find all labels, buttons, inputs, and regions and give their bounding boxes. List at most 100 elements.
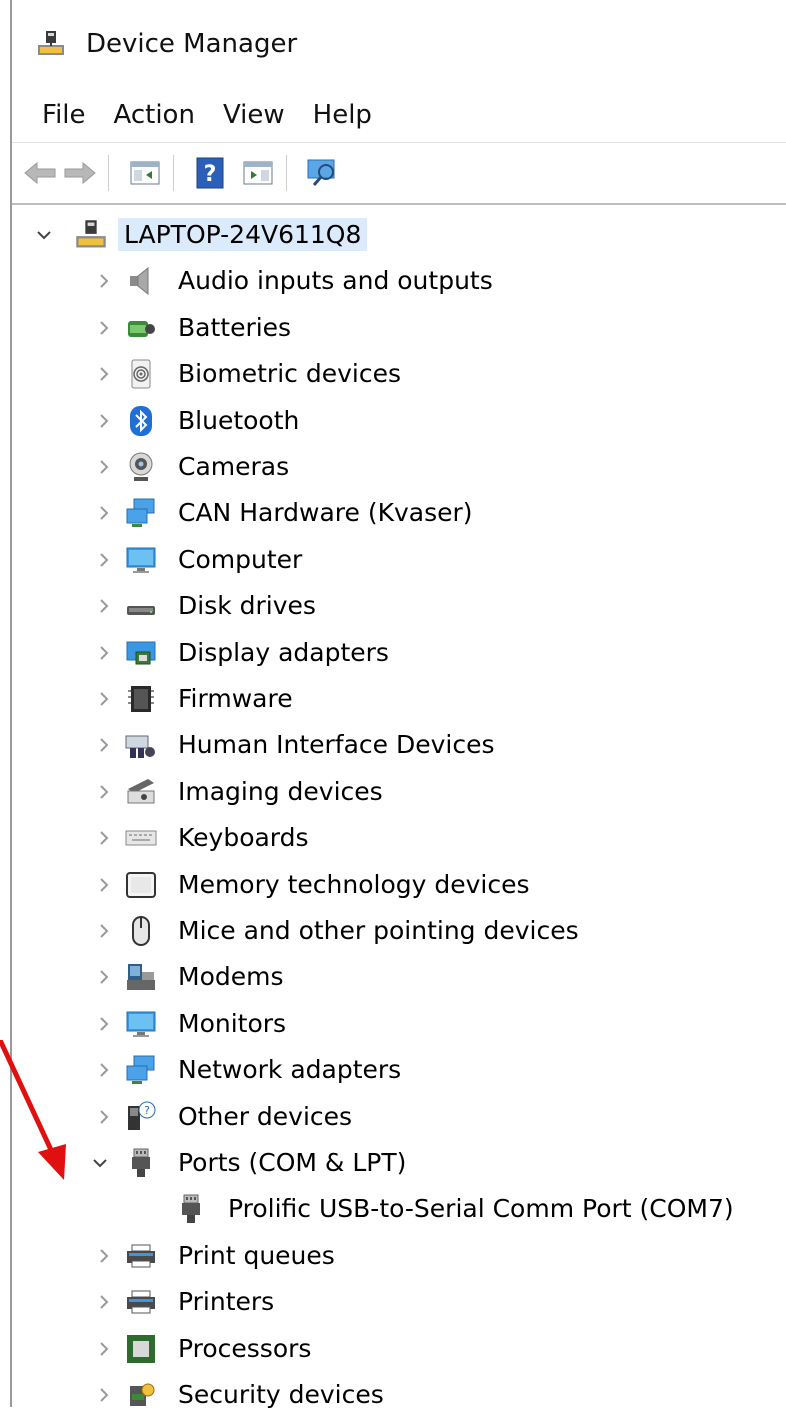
title-bar: Device Manager [12, 0, 786, 88]
menu-help[interactable]: Help [313, 100, 372, 130]
camera-icon [124, 450, 158, 484]
help-icon: ? [196, 157, 224, 189]
menu-action[interactable]: Action [114, 100, 195, 130]
back-arrow-icon [24, 161, 56, 185]
svg-text:?: ? [204, 162, 217, 187]
show-hide-console-tree-button[interactable] [125, 153, 165, 193]
processor-icon [124, 1332, 158, 1366]
tree-item-keyboards[interactable]: Keyboards [12, 815, 786, 861]
expand-chevron-icon[interactable] [94, 503, 114, 523]
tree-item-label: Modems [178, 962, 284, 992]
expand-chevron-icon[interactable] [94, 1014, 114, 1034]
tree-item-monitors[interactable]: Monitors [12, 1001, 786, 1047]
window-title: Device Manager [86, 29, 298, 59]
tree-item-bluetooth[interactable]: Bluetooth [12, 398, 786, 444]
expand-chevron-icon[interactable] [94, 457, 114, 477]
menu-view[interactable]: View [223, 100, 285, 130]
expand-chevron-icon[interactable] [94, 1385, 114, 1405]
tree-item-label: Memory technology devices [178, 869, 530, 899]
tree-item-human-interface-devices[interactable]: Human Interface Devices [12, 722, 786, 768]
show-action-pane-button[interactable] [238, 153, 278, 193]
tree-item-label: Monitors [178, 1008, 287, 1038]
expand-chevron-icon[interactable] [94, 318, 114, 338]
tree-item-cameras[interactable]: Cameras [12, 444, 786, 490]
expand-chevron-icon[interactable] [94, 1107, 114, 1127]
expand-chevron-icon[interactable] [94, 550, 114, 570]
network-icon [124, 1053, 158, 1087]
tree-item-mice-and-other-pointing-devices[interactable]: Mice and other pointing devices [12, 908, 786, 954]
forward-button[interactable] [60, 153, 100, 193]
expand-chevron-icon[interactable] [94, 735, 114, 755]
device-manager-icon [38, 31, 64, 55]
expand-chevron-icon[interactable] [94, 271, 114, 291]
tree-item-batteries[interactable]: Batteries [12, 305, 786, 351]
keyboard-icon [124, 821, 158, 855]
tree-item-label: Printers [178, 1287, 275, 1317]
expand-chevron-icon[interactable] [94, 782, 114, 802]
memory-icon [124, 868, 158, 902]
tree-item-printers[interactable]: Printers [12, 1279, 786, 1325]
tree-item-label: Network adapters [178, 1055, 402, 1085]
tree-item-security-devices[interactable]: Security devices [12, 1372, 786, 1418]
scan-hardware-icon [307, 159, 335, 186]
tree-item-memory-technology-devices[interactable]: Memory technology devices [12, 862, 786, 908]
computer-icon [74, 218, 108, 252]
expand-chevron-icon[interactable] [94, 364, 114, 384]
expand-chevron-icon[interactable] [94, 1339, 114, 1359]
tree-item-other-devices[interactable]: ? Other devices [12, 1094, 786, 1140]
expand-chevron-icon[interactable] [94, 1292, 114, 1312]
tree-item-label: Ports (COM & LPT) [178, 1148, 407, 1177]
expand-chevron-icon[interactable] [94, 875, 114, 895]
expand-chevron-icon[interactable] [94, 1060, 114, 1080]
expand-chevron-icon[interactable] [94, 921, 114, 941]
port-icon [124, 1146, 158, 1180]
hid-icon [124, 728, 158, 762]
expand-chevron-icon[interactable] [94, 643, 114, 663]
collapse-chevron-icon[interactable] [34, 225, 54, 245]
toolbar-separator [108, 155, 109, 191]
display-adapter-icon [124, 636, 158, 670]
tree-item-label: Human Interface Devices [178, 730, 495, 760]
unknown-device-icon: ? [124, 1100, 158, 1134]
tree-root-computer[interactable]: LAPTOP-24V611Q8 [12, 212, 786, 258]
help-button[interactable]: ? [190, 153, 230, 193]
toolbar-separator [173, 155, 174, 191]
tree-item-label: Cameras [178, 452, 290, 481]
annotation-arrow [0, 1040, 66, 1180]
toolbar: ? [12, 143, 786, 205]
menu-bar: File Action View Help [12, 88, 786, 143]
tree-item-print-queues[interactable]: Print queues [12, 1233, 786, 1279]
scan-hardware-changes-button[interactable] [303, 153, 343, 193]
tree-item-ports-com-lpt[interactable]: Ports (COM & LPT) [12, 1140, 786, 1186]
expand-chevron-icon[interactable] [94, 967, 114, 987]
collapse-chevron-icon[interactable] [90, 1153, 110, 1173]
expand-chevron-icon[interactable] [94, 596, 114, 616]
fingerprint-icon [124, 357, 158, 391]
tree-item-label: Security devices [178, 1380, 384, 1409]
expand-chevron-icon[interactable] [94, 828, 114, 848]
bluetooth-icon [124, 404, 158, 438]
expand-chevron-icon[interactable] [94, 1246, 114, 1266]
tree-item-processors[interactable]: Processors [12, 1326, 786, 1372]
tree-item-disk-drives[interactable]: Disk drives [12, 583, 786, 629]
tree-item-display-adapters[interactable]: Display adapters [12, 630, 786, 676]
tree-item-biometric-devices[interactable]: Biometric devices [12, 351, 786, 397]
tree-item-computer[interactable]: Computer [12, 537, 786, 583]
tree-item-modems[interactable]: Modems [12, 954, 786, 1000]
tree-item-label: Biometric devices [178, 359, 401, 389]
tree-item-label: Disk drives [178, 591, 316, 621]
tree-item-audio-inputs-and-outputs[interactable]: Audio inputs and outputs [12, 258, 786, 304]
tree-item-imaging-devices[interactable]: Imaging devices [12, 769, 786, 815]
tree-item-network-adapters[interactable]: Network adapters [12, 1047, 786, 1093]
back-button[interactable] [20, 153, 60, 193]
toolbar-separator [286, 155, 287, 191]
menu-file[interactable]: File [42, 100, 86, 130]
tree-item-label: Imaging devices [178, 776, 383, 806]
tree-item-can-hardware-kvaser[interactable]: CAN Hardware (Kvaser) [12, 490, 786, 536]
expand-chevron-icon[interactable] [94, 411, 114, 431]
tree-item-firmware[interactable]: Firmware [12, 676, 786, 722]
modem-icon [124, 960, 158, 994]
expand-chevron-icon[interactable] [94, 689, 114, 709]
tree-item-label: Other devices [178, 1101, 353, 1131]
tree-item-prolific-usb-to-serial-comm-port-com7[interactable]: Prolific USB-to-Serial Comm Port (COM7) [12, 1186, 786, 1232]
